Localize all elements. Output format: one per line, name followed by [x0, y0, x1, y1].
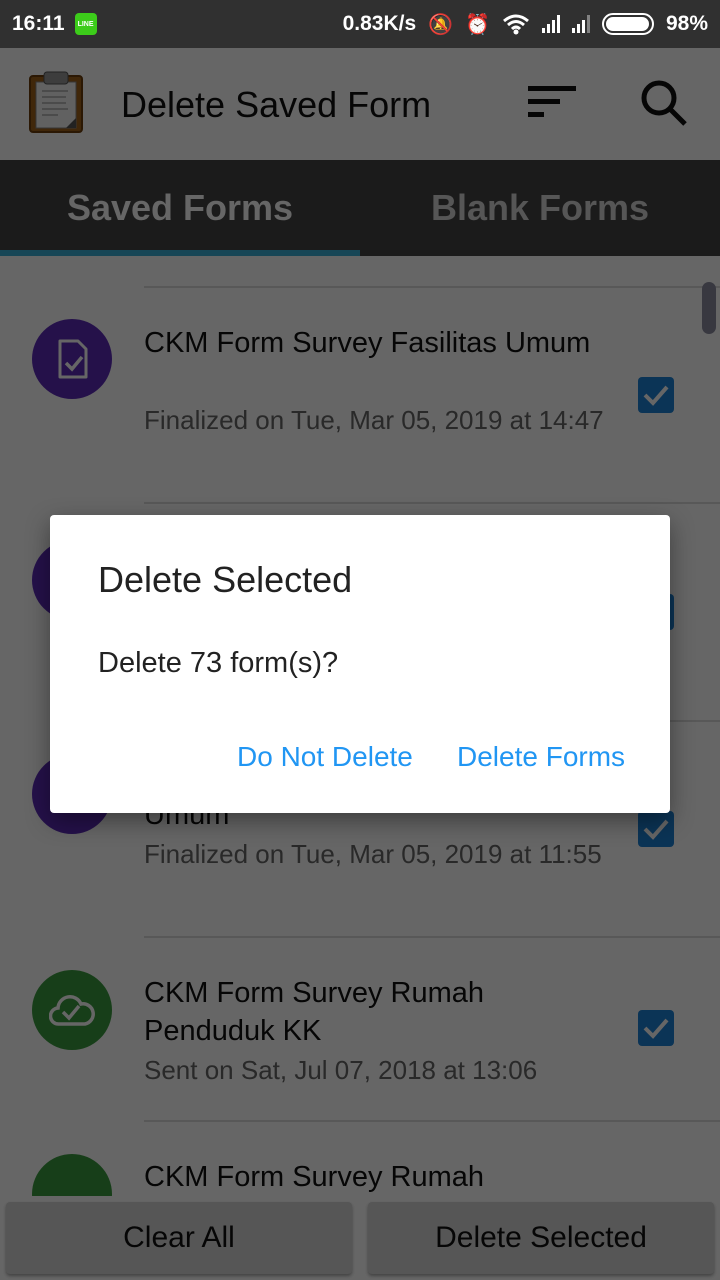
vibrate-off-icon: 🔕 — [428, 13, 454, 36]
battery-level — [605, 17, 650, 31]
dialog-message: Delete 73 form(s)? — [98, 647, 339, 679]
wifi-icon — [503, 14, 529, 35]
dialog-title: Delete Selected — [98, 559, 353, 600]
delete-forms-button[interactable]: Delete Forms — [457, 741, 625, 773]
network-speed: 0.83K/s — [342, 12, 417, 35]
status-indicators: 0.83K/s 🔕 ⏰ 98% — [343, 12, 708, 37]
battery-percent: 98% — [665, 12, 708, 35]
line-app-icon: LINE — [74, 13, 97, 35]
status-bar: 16:11 LINE 0.83K/s 🔕 ⏰ 98% — [0, 0, 720, 48]
delete-confirm-dialog: Delete Selected Delete 73 form(s)? Do No… — [50, 515, 670, 813]
signal-icon — [541, 15, 560, 33]
do-not-delete-button[interactable]: Do Not Delete — [237, 741, 413, 773]
battery-icon — [601, 13, 654, 35]
status-time: 16:11 — [12, 12, 65, 35]
signal-icon — [571, 15, 590, 33]
alarm-icon: ⏰ — [465, 13, 490, 36]
